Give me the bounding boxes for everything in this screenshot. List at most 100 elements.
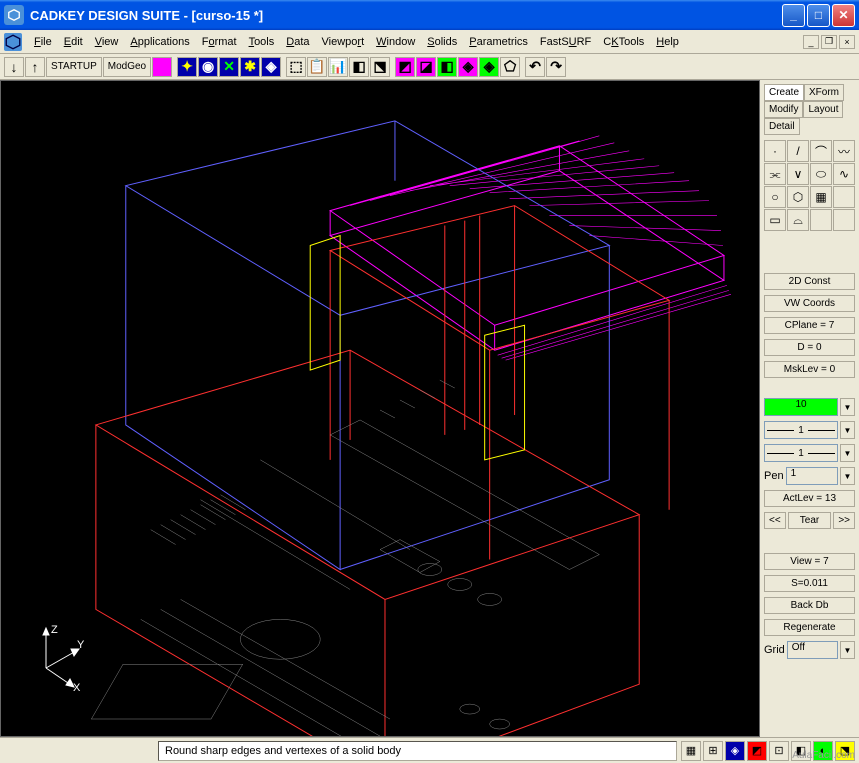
menu-applications[interactable]: Applications: [124, 34, 195, 50]
tool-fillet-icon[interactable]: ⌓: [787, 209, 809, 231]
window-title: CADKEY DESIGN SUITE - [curso-15 *]: [30, 8, 782, 23]
status-icon-4[interactable]: ◩: [747, 741, 767, 761]
view-side-button[interactable]: ◪: [416, 57, 436, 77]
linetype1-select[interactable]: 1: [764, 421, 838, 439]
undo-button[interactable]: ↶: [525, 57, 545, 77]
view-top-button[interactable]: ◧: [437, 57, 457, 77]
2d-const-button[interactable]: 2D Const: [764, 273, 855, 290]
msklev-display[interactable]: MskLev = 0: [764, 361, 855, 378]
arrow-up-button[interactable]: ↑: [25, 57, 45, 77]
tool-blank1-icon[interactable]: [833, 186, 855, 208]
mode-tabs: Create XForm Modify Layout Detail: [764, 84, 855, 135]
tool-polyline-icon[interactable]: ⫘: [764, 163, 786, 185]
menu-fastsurf[interactable]: FastSURF: [534, 34, 597, 50]
status-icon-3[interactable]: ◈: [725, 741, 745, 761]
status-icon-2[interactable]: ⊞: [703, 741, 723, 761]
color-magenta-button[interactable]: [152, 57, 172, 77]
layer-select[interactable]: 10: [764, 398, 838, 416]
pen-select[interactable]: 1: [786, 467, 838, 485]
tool-7-button[interactable]: 📋: [307, 57, 327, 77]
menu-tools[interactable]: Tools: [243, 34, 281, 50]
tab-modify[interactable]: Modify: [764, 101, 803, 118]
tool-rect-icon[interactable]: ▭: [764, 209, 786, 231]
statusbar: Round sharp edges and vertexes of a soli…: [0, 737, 859, 763]
tab-xform[interactable]: XForm: [804, 84, 844, 101]
menu-data[interactable]: Data: [280, 34, 315, 50]
minimize-button[interactable]: _: [782, 4, 805, 27]
menu-window[interactable]: Window: [370, 34, 421, 50]
view-display[interactable]: View = 7: [764, 553, 855, 570]
status-icon-5[interactable]: ⊡: [769, 741, 789, 761]
vw-coords-button[interactable]: VW Coords: [764, 295, 855, 312]
grid-dropdown-icon[interactable]: ▼: [840, 641, 855, 659]
tool-10-button[interactable]: ⬔: [370, 57, 390, 77]
view-other-button[interactable]: ⬠: [500, 57, 520, 77]
wireframe-drawing: [1, 81, 759, 736]
tool-curve-icon[interactable]: 〰: [833, 140, 855, 162]
menu-cktools[interactable]: CKTools: [597, 34, 650, 50]
menu-parametrics[interactable]: Parametrics: [463, 34, 534, 50]
startup-button[interactable]: STARTUP: [46, 57, 102, 77]
tool-3-button[interactable]: ✕: [219, 57, 239, 77]
modgeo-button[interactable]: ModGeo: [103, 57, 151, 77]
tear-next-button[interactable]: >>: [833, 512, 855, 529]
grid-select[interactable]: Off: [787, 641, 838, 659]
d-display[interactable]: D = 0: [764, 339, 855, 356]
tear-prev-button[interactable]: <<: [764, 512, 786, 529]
mdi-minimize-button[interactable]: _: [803, 35, 819, 49]
menu-file[interactable]: File: [28, 34, 58, 50]
pen-dropdown-icon[interactable]: ▼: [840, 467, 855, 485]
menu-format[interactable]: Format: [196, 34, 243, 50]
tool-4-button[interactable]: ✱: [240, 57, 260, 77]
linetype1-dropdown-icon[interactable]: ▼: [840, 421, 855, 439]
tool-arc-icon[interactable]: ⌒: [810, 140, 832, 162]
tool-2-button[interactable]: ◉: [198, 57, 218, 77]
regenerate-button[interactable]: Regenerate: [764, 619, 855, 636]
tool-point-icon[interactable]: ·: [764, 140, 786, 162]
mdi-close-button[interactable]: ×: [839, 35, 855, 49]
view-front-button[interactable]: ◩: [395, 57, 415, 77]
tool-ellipse-icon[interactable]: ⬭: [810, 163, 832, 185]
tool-9-button[interactable]: ◧: [349, 57, 369, 77]
tool-line-icon[interactable]: /: [787, 140, 809, 162]
menu-view[interactable]: View: [89, 34, 125, 50]
close-button[interactable]: ✕: [832, 4, 855, 27]
tool-hatch-icon[interactable]: ▦: [810, 186, 832, 208]
maximize-button[interactable]: □: [807, 4, 830, 27]
tab-detail[interactable]: Detail: [764, 118, 800, 135]
tool-angle-icon[interactable]: ∨: [787, 163, 809, 185]
menu-help[interactable]: Help: [650, 34, 685, 50]
tool-8-button[interactable]: 📊: [328, 57, 348, 77]
scale-display[interactable]: S=0.011: [764, 575, 855, 592]
tool-blank3-icon[interactable]: [833, 209, 855, 231]
cplane-display[interactable]: CPlane = 7: [764, 317, 855, 334]
arrow-down-button[interactable]: ↓: [4, 57, 24, 77]
view-iso2-button[interactable]: ◈: [479, 57, 499, 77]
tool-blank2-icon[interactable]: [810, 209, 832, 231]
doc-icon: [4, 33, 22, 51]
tab-layout[interactable]: Layout: [803, 101, 843, 118]
layer-dropdown-icon[interactable]: ▼: [840, 398, 855, 416]
actlev-display[interactable]: ActLev = 13: [764, 490, 855, 507]
status-icon-1[interactable]: ▦: [681, 741, 701, 761]
backdb-button[interactable]: Back Db: [764, 597, 855, 614]
tool-circle-icon[interactable]: ○: [764, 186, 786, 208]
menu-edit[interactable]: Edit: [58, 34, 89, 50]
mdi-restore-button[interactable]: ❐: [821, 35, 837, 49]
linetype2-select[interactable]: 1: [764, 444, 838, 462]
tool-polygon-icon[interactable]: ⬡: [787, 186, 809, 208]
linetype2-dropdown-icon[interactable]: ▼: [840, 444, 855, 462]
redo-button[interactable]: ↷: [546, 57, 566, 77]
menu-viewport[interactable]: Viewport: [316, 34, 371, 50]
tool-1-button[interactable]: ✦: [177, 57, 197, 77]
viewport[interactable]: Z Y X: [0, 80, 760, 737]
menu-solids[interactable]: Solids: [421, 34, 463, 50]
tool-5-button[interactable]: ◈: [261, 57, 281, 77]
tool-spline-icon[interactable]: ∿: [833, 163, 855, 185]
tear-button[interactable]: Tear: [788, 512, 832, 529]
tool-6-button[interactable]: ⬚: [286, 57, 306, 77]
titlebar: CADKEY DESIGN SUITE - [curso-15 *] _ □ ✕: [0, 0, 859, 30]
toolbar: ↓ ↑ STARTUP ModGeo ✦ ◉ ✕ ✱ ◈ ⬚ 📋 📊 ◧ ⬔ ◩…: [0, 54, 859, 80]
view-iso1-button[interactable]: ◈: [458, 57, 478, 77]
tab-create[interactable]: Create: [764, 84, 804, 101]
